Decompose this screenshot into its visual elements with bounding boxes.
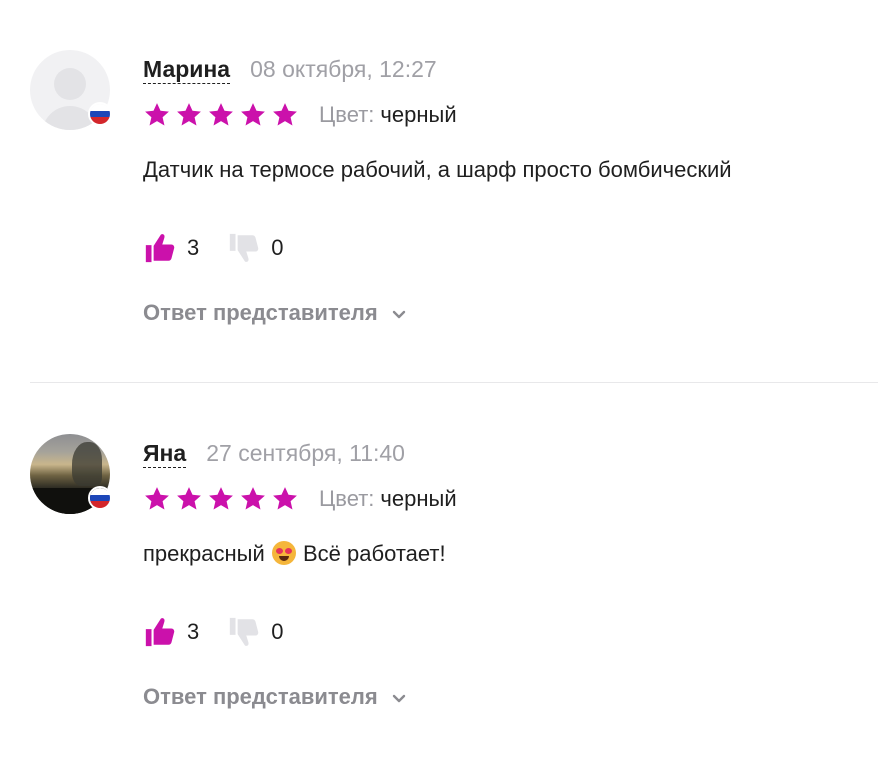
review-text-part: прекрасный [143,541,265,566]
review-text: Датчик на термосе рабочий, а шарф просто… [143,157,732,182]
avatar[interactable] [30,50,112,130]
star-icon [145,103,169,126]
russia-flag-icon [88,486,112,510]
seller-reply-label: Ответ представителя [143,684,378,709]
like-count: 3 [187,619,200,644]
color-value: черный [380,486,457,511]
author-name-link[interactable]: Марина [143,56,231,84]
review-header: Яна 27 сентября, 11:40 [143,440,405,470]
seller-reply-toggle[interactable]: Ответ представителя [143,684,406,710]
thumbs-down-icon [230,233,259,262]
review-date: 27 сентября, 11:40 [206,440,405,466]
rating-row: Цвет: черный [143,100,457,130]
dislike-button[interactable]: 0 [227,615,284,649]
chevron-down-icon [392,694,405,702]
review-text: прекрасный Всё работает! [143,539,446,569]
thumbs-up-icon [145,618,175,647]
star-icon [273,487,297,510]
vote-row: 3 0 [143,610,284,654]
review-text-part: Всё работает! [302,541,446,566]
color-label: Цвет: [319,486,375,511]
star-rating [143,101,299,129]
like-button[interactable]: 3 [143,615,199,649]
star-icon [209,103,233,126]
star-icon [273,103,297,126]
star-icon [241,487,265,510]
like-count: 3 [187,235,200,260]
heart-eyes-cat-emoji [271,541,296,565]
star-icon [177,487,201,510]
dislike-count: 0 [271,619,284,644]
seller-reply-toggle[interactable]: Ответ представителя [143,300,406,326]
star-icon [145,487,169,510]
chevron-down-icon [392,310,405,318]
star-rating [143,485,299,513]
star-icon [177,103,201,126]
author-name-link[interactable]: Яна [143,440,187,468]
color-label: Цвет: [319,102,375,127]
star-icon [209,487,233,510]
avatar[interactable] [30,434,112,514]
review-date: 08 октября, 12:27 [250,56,437,82]
russia-flag-icon [88,102,112,126]
vote-row: 3 0 [143,226,284,270]
seller-reply-label: Ответ представителя [143,300,378,325]
review-header: Марина 08 октября, 12:27 [143,56,437,86]
dislike-button[interactable]: 0 [227,231,284,265]
review-divider [30,382,878,383]
color-value: черный [380,102,457,127]
like-button[interactable]: 3 [143,231,199,265]
avatar-head-shape [54,68,86,100]
star-icon [241,103,265,126]
dislike-count: 0 [271,235,284,260]
thumbs-up-icon [145,234,175,263]
rating-row: Цвет: черный [143,484,457,514]
thumbs-down-icon [230,617,259,646]
